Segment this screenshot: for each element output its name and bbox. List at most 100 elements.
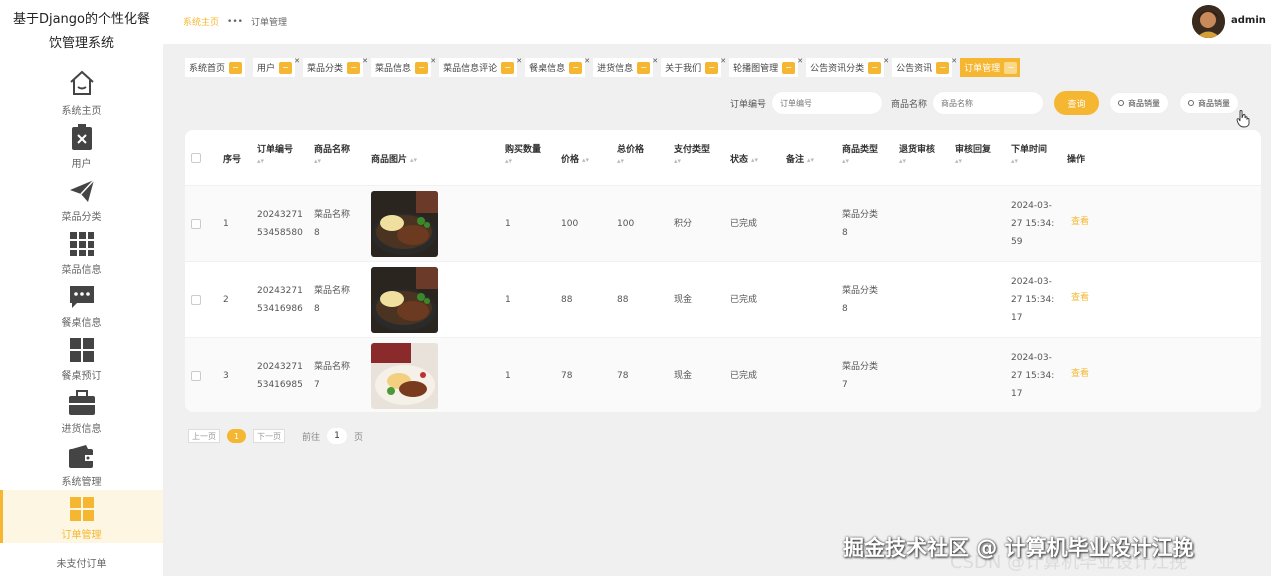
view-link[interactable]: 查看 [1071, 365, 1089, 383]
tab-menu-icon[interactable]: − [705, 61, 719, 74]
tab-menu-icon[interactable]: − [936, 61, 950, 74]
sort-icon[interactable]: ▴▾ [505, 157, 541, 165]
close-icon[interactable]: ✕ [516, 57, 522, 65]
tab-users[interactable]: 用户 − ✕ [253, 57, 300, 77]
sidebar-item-dish-info[interactable]: 菜品信息 [0, 225, 163, 278]
tab-menu-icon[interactable]: − [501, 61, 515, 74]
sidebar-item-dish-category[interactable]: 菜品分类 [0, 172, 163, 225]
header-order-no[interactable]: 订单编号 ▴▾ [257, 142, 293, 165]
tab-home[interactable]: 系统首页 − [185, 58, 246, 77]
tab-menu-icon[interactable]: − [229, 61, 243, 74]
tab-dish-comments[interactable]: 菜品信息评论 − ✕ [439, 57, 522, 77]
sidebar-item-table-info[interactable]: 餐桌信息 [0, 278, 163, 331]
tab-menu-icon[interactable]: − [637, 61, 651, 74]
header-price[interactable]: 价格 ▴▾ [561, 152, 589, 165]
cell-product-name: 菜品名称 8 [314, 206, 350, 242]
tab-purchase[interactable]: 进货信息 − ✕ [593, 57, 658, 77]
sidebar-item-users[interactable]: 用户 [0, 119, 163, 172]
sort-icon[interactable]: ▴▾ [617, 157, 644, 165]
sidebar-item-unpaid[interactable]: 未支付订单 [0, 555, 163, 570]
row-checkbox[interactable] [191, 295, 201, 305]
close-icon[interactable]: ✕ [883, 57, 889, 65]
goto-page-input[interactable]: 1 [327, 428, 348, 444]
sort-icon[interactable]: ▴▾ [674, 157, 710, 165]
tab-carousel[interactable]: 轮播图管理 − ✕ [729, 57, 803, 77]
close-icon[interactable]: ✕ [797, 57, 803, 65]
tab-menu-icon[interactable]: − [1004, 61, 1018, 74]
header-note[interactable]: 备注 ▴▾ [786, 152, 814, 165]
sidebar-item-home[interactable]: 系统主页 [0, 66, 163, 119]
close-icon[interactable]: ✕ [430, 57, 436, 65]
row-checkbox[interactable] [191, 371, 201, 381]
select-all-checkbox[interactable] [191, 153, 201, 163]
tab-dish-info[interactable]: 菜品信息 − ✕ [371, 57, 436, 77]
query-button[interactable]: 查询 [1054, 91, 1100, 115]
product-image[interactable] [371, 343, 438, 409]
tab-dish-category[interactable]: 菜品分类 − ✕ [303, 57, 368, 77]
sidebar-item-system[interactable]: 系统管理 [0, 437, 163, 490]
tab-menu-icon[interactable]: − [279, 61, 293, 74]
sort-icon[interactable]: ▴▾ [410, 156, 417, 164]
tab-news-category[interactable]: 公告资讯分类 − ✕ [806, 57, 889, 77]
close-icon[interactable]: ✕ [362, 57, 368, 65]
close-icon[interactable]: ✕ [652, 57, 658, 65]
tab-news[interactable]: 公告资讯 − ✕ [892, 57, 957, 77]
next-page-button[interactable]: 下一页 [253, 429, 285, 443]
username[interactable]: admin [1231, 15, 1266, 26]
sort-icon[interactable]: ▴▾ [1011, 157, 1047, 165]
current-page[interactable]: 1 [227, 429, 246, 443]
sort-icon[interactable]: ▴▾ [899, 157, 935, 165]
view-link[interactable]: 查看 [1071, 289, 1089, 307]
cell-qty: 1 [505, 219, 511, 229]
tab-menu-icon[interactable]: − [569, 61, 583, 74]
breadcrumb-home[interactable]: 系统主页 [183, 15, 219, 28]
sort-icon[interactable]: ▴▾ [751, 156, 758, 164]
sort-icon[interactable]: ▴▾ [314, 157, 350, 165]
sidebar-item-purchase[interactable]: 进货信息 [0, 384, 163, 437]
header-pay-type[interactable]: 支付类型 ▴▾ [674, 142, 710, 165]
header-product-name[interactable]: 商品名称 ▴▾ [314, 142, 350, 165]
header-review-reply[interactable]: 审核回复 ▴▾ [955, 142, 991, 165]
tab-label: 系统首页 [189, 64, 226, 74]
header-total[interactable]: 总价格 ▴▾ [617, 142, 644, 165]
sales-stat-button[interactable]: 商品销量 [1109, 92, 1170, 114]
tab-label: 菜品信息评论 [443, 64, 498, 74]
goto-label: 前往 [302, 432, 321, 443]
close-icon[interactable]: ✕ [584, 57, 590, 65]
header-order-time[interactable]: 下单时间 ▴▾ [1011, 142, 1047, 165]
sort-icon[interactable]: ▴▾ [807, 156, 814, 164]
sidebar-item-orders[interactable]: 订单管理 [0, 490, 163, 543]
tab-about[interactable]: 关于我们 − ✕ [661, 57, 726, 77]
header-status[interactable]: 状态 ▴▾ [730, 152, 758, 165]
tab-menu-icon[interactable]: − [868, 61, 882, 74]
product-image[interactable] [371, 267, 438, 333]
prev-page-button[interactable]: 上一页 [188, 429, 220, 443]
header-product-image[interactable]: 商品图片 ▴▾ [371, 152, 417, 165]
avatar[interactable] [1192, 5, 1225, 38]
sort-icon[interactable]: ▴▾ [955, 157, 991, 165]
order-no-input[interactable] [771, 91, 884, 115]
sidebar-item-table-booking[interactable]: 餐桌预订 [0, 331, 163, 384]
tab-menu-icon[interactable]: − [415, 61, 429, 74]
sort-icon[interactable]: ▴▾ [842, 157, 878, 165]
tab-orders[interactable]: 订单管理 − [960, 58, 1021, 77]
product-image[interactable] [371, 191, 438, 257]
header-label: 商品名称 [314, 145, 351, 155]
close-icon[interactable]: ✕ [294, 57, 300, 65]
tab-menu-icon[interactable]: − [782, 61, 796, 74]
tab-table-info[interactable]: 餐桌信息 − ✕ [525, 57, 590, 77]
row-checkbox[interactable] [191, 219, 201, 229]
close-icon[interactable]: ✕ [720, 57, 726, 65]
header-product-type[interactable]: 商品类型 ▴▾ [842, 142, 878, 165]
sort-icon[interactable]: ▴▾ [257, 157, 293, 165]
close-icon[interactable]: ✕ [951, 57, 957, 65]
sort-icon[interactable]: ▴▾ [582, 156, 589, 164]
tab-menu-icon[interactable]: − [347, 61, 361, 74]
header-return-review[interactable]: 退货审核 ▴▾ [899, 142, 935, 165]
product-name-input[interactable] [932, 91, 1045, 115]
header-qty[interactable]: 购买数量 ▴▾ [505, 142, 541, 165]
view-link[interactable]: 查看 [1071, 213, 1089, 231]
sales-stat-button-2[interactable]: 商品销量 [1179, 92, 1240, 114]
tiles-icon [69, 497, 94, 521]
cell-price: 100 [561, 219, 579, 229]
